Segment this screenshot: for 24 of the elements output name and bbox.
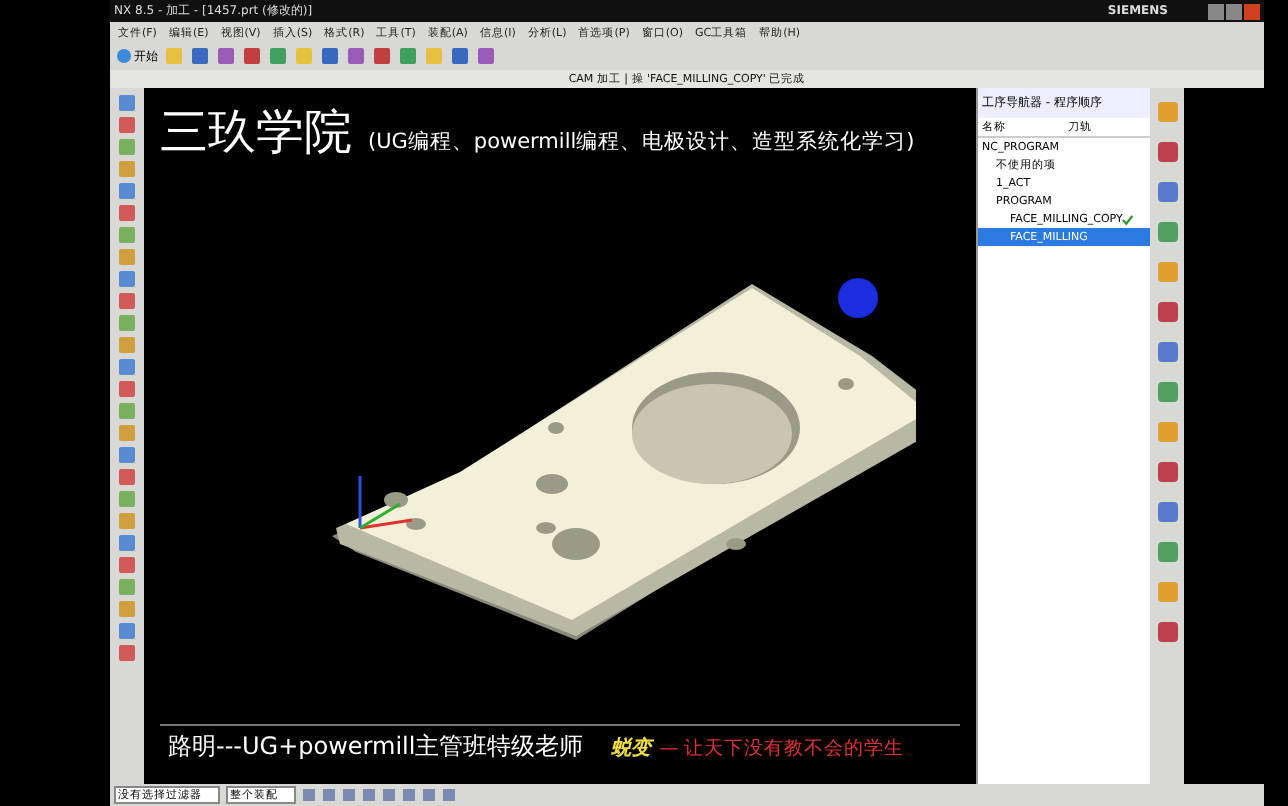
resource-tab-icon[interactable] [1155, 500, 1179, 524]
resource-tab-icon[interactable] [1155, 380, 1179, 404]
resource-tab-icon[interactable] [1155, 180, 1179, 204]
resource-tab-icon[interactable] [1155, 620, 1179, 644]
resource-tab-icon[interactable] [1155, 420, 1179, 444]
resource-tab-icon[interactable] [1155, 540, 1179, 564]
maximize-button[interactable] [1226, 3, 1242, 19]
school-subtitle: (UG编程、powermill编程、电极设计、造型系统化学习) [368, 128, 915, 156]
resource-tab-icon[interactable] [1155, 460, 1179, 484]
teacher-caption: 路明---UG+powermill主管班特级老师 [168, 730, 584, 764]
slogan-text: — 让天下没有教不会的学生 [659, 736, 905, 762]
resource-tab-icon[interactable] [1155, 300, 1179, 324]
resource-tab-icon[interactable] [1155, 260, 1179, 284]
close-button[interactable] [1244, 3, 1260, 19]
resource-tab-icon[interactable] [1155, 100, 1179, 124]
resource-tab-icon[interactable] [1155, 340, 1179, 364]
resource-tab-icon[interactable] [1155, 580, 1179, 604]
globe-icon [116, 48, 132, 64]
sphere-icon [836, 276, 880, 320]
resource-tab-icon[interactable] [1155, 140, 1179, 164]
school-title: 三玖学院 [160, 102, 352, 164]
minimize-button[interactable] [1208, 3, 1224, 19]
resource-tab-icon[interactable] [1155, 220, 1179, 244]
signature-text: 蜕变 [611, 734, 652, 762]
